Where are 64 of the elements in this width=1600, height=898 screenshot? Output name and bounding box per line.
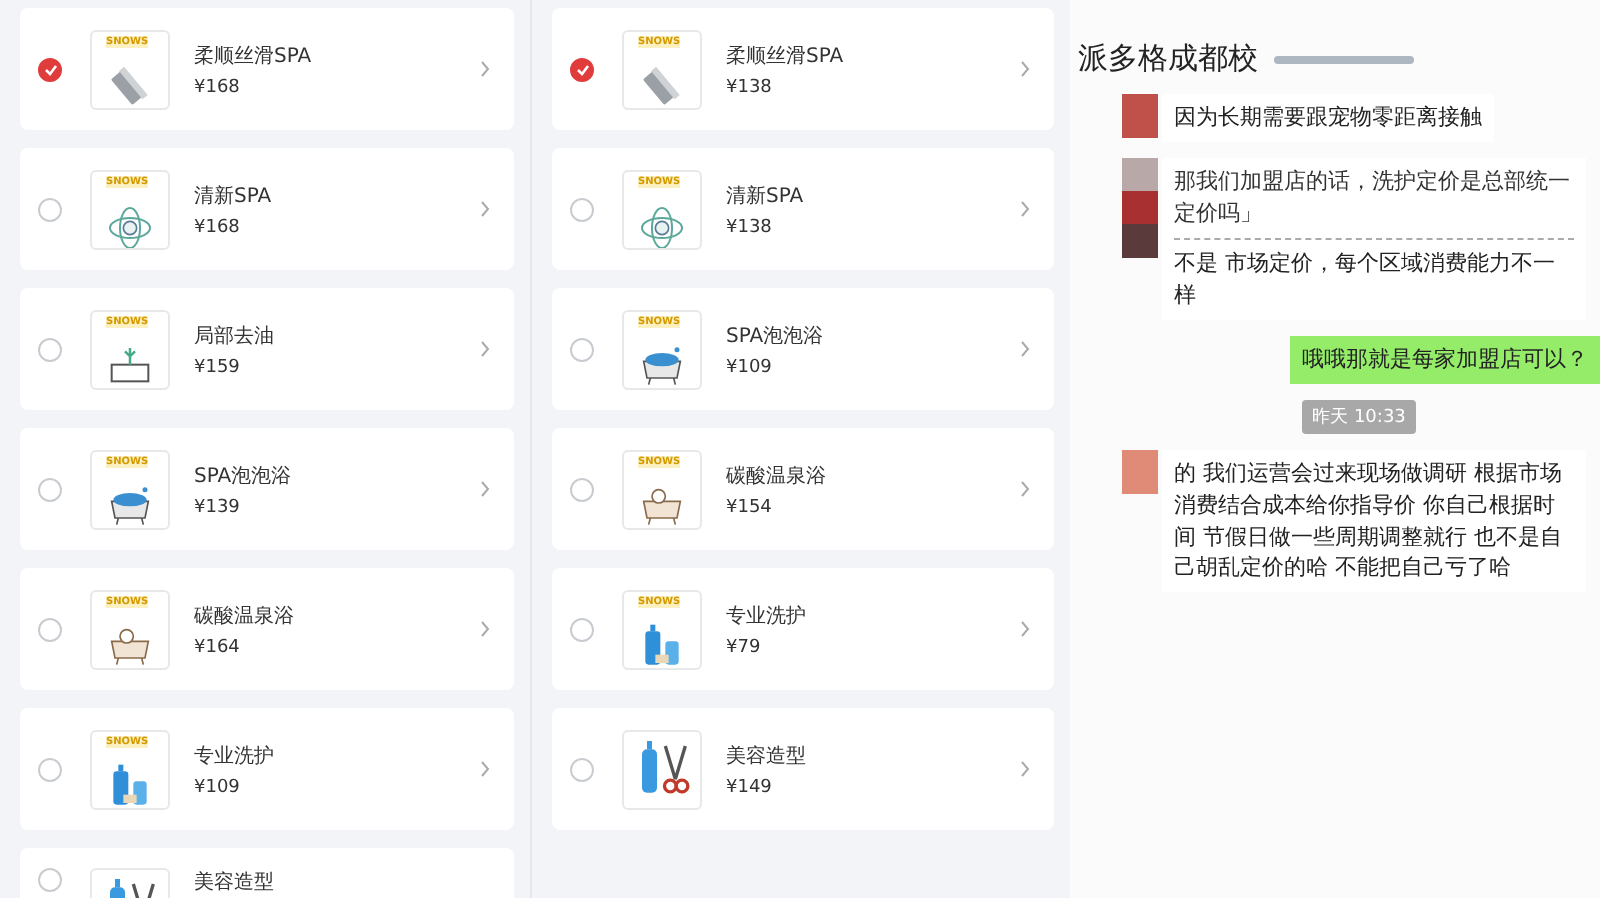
radio-button[interactable]	[570, 57, 594, 81]
chevron-icon	[480, 760, 490, 778]
service-name: 美容造型	[726, 743, 808, 769]
chevron-icon	[1020, 480, 1030, 498]
radio-button[interactable]	[570, 757, 594, 781]
message-bubble: 哦哦那就是每家加盟店可以？	[1290, 335, 1600, 384]
chat-title: 派多格成都校	[1078, 40, 1258, 78]
chevron-icon	[480, 480, 490, 498]
radio-button[interactable]	[570, 337, 594, 361]
service-name: 柔顺丝滑SPA	[194, 43, 314, 69]
chevron-icon	[480, 200, 490, 218]
service-price: ¥109	[194, 777, 242, 797]
service-name: SPA泡泡浴	[194, 463, 294, 489]
quoted-message: 那我们加盟店的话，洗护定价是总部统一定价吗」	[1174, 165, 1574, 240]
radio-button[interactable]	[38, 337, 62, 361]
chevron-icon	[1020, 200, 1030, 218]
radio-button[interactable]	[570, 477, 594, 501]
service-price: ¥139	[194, 497, 242, 517]
chevron-icon	[1020, 60, 1030, 78]
avatar-block	[1122, 94, 1158, 138]
chevron-icon	[480, 620, 490, 638]
service-name: 柔顺丝滑SPA	[726, 43, 846, 69]
service-name: 专业洗护	[726, 603, 808, 629]
radio-button[interactable]	[570, 617, 594, 641]
service-name: 局部去油	[194, 323, 276, 349]
service-name: 专业洗护	[194, 743, 276, 769]
radio-button[interactable]	[38, 57, 62, 81]
service-price: ¥168	[194, 217, 242, 237]
service-name: 清新SPA	[726, 183, 806, 209]
chevron-icon	[480, 60, 490, 78]
service-name: 美容造型	[194, 869, 276, 896]
service-card[interactable]: 美容造型 ¥149	[552, 708, 1054, 830]
service-name: SPA泡泡浴	[726, 323, 826, 349]
service-price: ¥138	[726, 217, 774, 237]
service-price: ¥138	[726, 77, 774, 97]
service-name: 碳酸温泉浴	[194, 603, 296, 629]
service-price: ¥154	[726, 497, 774, 517]
timestamp: 昨天 10:33	[1302, 399, 1416, 434]
message-bubble: 因为长期需要跟宠物零距离接触	[1162, 94, 1494, 142]
check-icon	[43, 63, 57, 75]
chevron-icon	[1020, 340, 1030, 358]
radio-button[interactable]	[38, 617, 62, 641]
blurred-text	[1274, 55, 1414, 63]
chevron-icon	[1020, 620, 1030, 638]
radio-button[interactable]	[38, 477, 62, 501]
service-name: 清新SPA	[194, 183, 274, 209]
message-bubble: 的 我们运营会过来现场做调研 根据市场消费结合成本给你指导价 你自己根据时间 节假日做一些周期调整就行 也不是自己胡乱定价的哈 不能把自己亏了哈	[1162, 449, 1586, 593]
radio-button[interactable]	[570, 197, 594, 221]
radio-button[interactable]	[38, 868, 62, 892]
radio-button[interactable]	[38, 197, 62, 221]
service-name: 碳酸温泉浴	[726, 463, 828, 489]
radio-button[interactable]	[38, 757, 62, 781]
check-icon	[575, 63, 589, 75]
chevron-icon	[480, 340, 490, 358]
service-price: ¥79	[726, 637, 763, 657]
service-price: ¥168	[194, 77, 242, 97]
avatar-block	[1122, 157, 1158, 258]
service-price: ¥159	[194, 357, 242, 377]
chevron-icon	[1020, 760, 1030, 778]
service-card[interactable]: 美容造型	[20, 848, 514, 898]
avatar-block	[1122, 449, 1158, 494]
service-price: ¥109	[726, 357, 774, 377]
service-price: ¥149	[726, 777, 774, 797]
service-price: ¥164	[194, 637, 242, 657]
